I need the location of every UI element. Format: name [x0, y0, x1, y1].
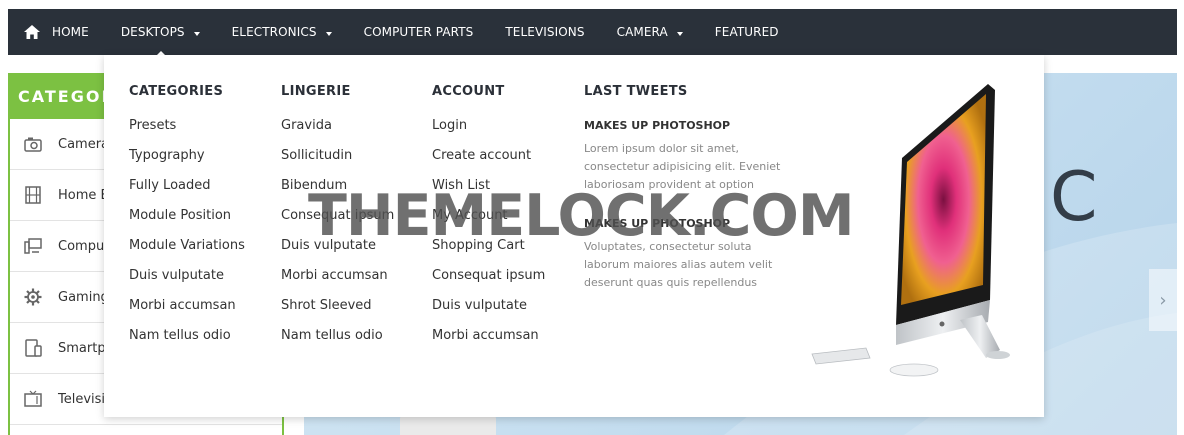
- nav-desktops[interactable]: DESKTOPS: [105, 9, 216, 56]
- menu-link[interactable]: Consequat ipsum: [281, 209, 394, 239]
- sidebar-item-label: Comput: [58, 238, 110, 254]
- menu-link[interactable]: Nam tellus odio: [281, 329, 394, 359]
- menu-link[interactable]: Shrot Sleeved: [281, 299, 394, 329]
- caret-down-icon: [676, 31, 683, 36]
- menu-column-categories: CATEGORIES Presets Typography Fully Load…: [129, 84, 245, 359]
- menu-link[interactable]: Duis vulputate: [432, 299, 545, 329]
- nav-home[interactable]: HOME: [8, 9, 105, 55]
- nav-home-label: HOME: [52, 25, 89, 39]
- smartphone-icon: [25, 339, 42, 357]
- column-title: LINGERIE: [281, 84, 351, 99]
- menu-column-lingerie: LINGERIE Gravida Sollicitudin Bibendum C…: [281, 84, 394, 359]
- menu-link[interactable]: Morbi accumsan: [129, 299, 245, 329]
- menu-link[interactable]: Create account: [432, 149, 545, 179]
- menu-link[interactable]: My Account: [432, 209, 545, 239]
- menu-link[interactable]: Module Position: [129, 209, 245, 239]
- nav-camera-label: CAMERA: [616, 25, 668, 39]
- caret-down-icon: [193, 31, 200, 36]
- nav-computer-parts[interactable]: COMPUTER PARTS: [348, 9, 490, 55]
- menu-link[interactable]: Duis vulputate: [129, 269, 245, 299]
- imac-product-image: [811, 84, 1010, 377]
- tweet-title[interactable]: MAKES UP PHOTOSHOP: [584, 119, 789, 132]
- sidebar-item-label: Gaming: [58, 289, 109, 305]
- menu-column-last-tweets: LAST TWEETS MAKES UP PHOTOSHOP Lorem ips…: [584, 84, 789, 292]
- tweet-body: Lorem ipsum dolor sit amet, consectetur …: [584, 142, 781, 191]
- nav-camera[interactable]: CAMERA: [601, 9, 699, 55]
- nav-televisions-label: TELEVISIONS: [505, 25, 585, 39]
- sidebar-item-label: Smartp: [58, 340, 106, 356]
- nav-televisions[interactable]: TELEVISIONS: [489, 9, 600, 55]
- column-title: ACCOUNT: [432, 84, 505, 99]
- column-title: CATEGORIES: [129, 84, 224, 99]
- sidebar-item-label: Camera: [58, 136, 110, 152]
- sidebar-item-label: Televisi: [58, 391, 106, 407]
- nav-electronics-label: ELECTRONICS: [231, 25, 317, 39]
- menu-link[interactable]: Login: [432, 119, 545, 149]
- sidebar-item-label: Home E: [58, 187, 109, 203]
- film-icon: [25, 186, 41, 204]
- nav-desktops-label: DESKTOPS: [120, 25, 185, 39]
- nav-electronics[interactable]: ELECTRONICS: [216, 9, 348, 55]
- nav-computer-parts-label: COMPUTER PARTS: [363, 25, 474, 39]
- computer-icon: [24, 238, 42, 254]
- nav-featured[interactable]: FEATURED: [699, 9, 795, 55]
- menu-link[interactable]: Bibendum: [281, 179, 394, 209]
- camera-icon: [24, 137, 42, 152]
- gear-icon: [24, 288, 42, 306]
- menu-link[interactable]: Morbi accumsan: [281, 269, 394, 299]
- main-navigation: HOME DESKTOPS ELECTRONICS COMPUTER PARTS…: [8, 9, 1177, 56]
- desktops-mega-menu: CATEGORIES Presets Typography Fully Load…: [104, 55, 1044, 417]
- column-title: LAST TWEETS: [584, 84, 688, 99]
- tweet-title[interactable]: MAKES UP PHOTOSHOP: [584, 217, 789, 230]
- menu-link[interactable]: Typography: [129, 149, 245, 179]
- menu-link[interactable]: Wish List: [432, 179, 545, 209]
- menu-link[interactable]: Module Variations: [129, 239, 245, 269]
- menu-link[interactable]: Consequat ipsum: [432, 269, 545, 299]
- menu-link[interactable]: Presets: [129, 119, 245, 149]
- menu-link[interactable]: Shopping Cart: [432, 239, 545, 269]
- banner-heading-letter: C: [1050, 158, 1098, 237]
- menu-link[interactable]: Morbi accumsan: [432, 329, 545, 359]
- tweet-body: Voluptates, consectetur soluta laborum m…: [584, 240, 773, 289]
- nav-featured-label: FEATURED: [714, 25, 779, 39]
- menu-link[interactable]: Duis vulputate: [281, 239, 394, 269]
- menu-link[interactable]: Fully Loaded: [129, 179, 245, 209]
- menu-link[interactable]: Nam tellus odio: [129, 329, 245, 359]
- menu-column-account: ACCOUNT Login Create account Wish List M…: [432, 84, 545, 359]
- slider-next-button[interactable]: ›: [1149, 269, 1177, 331]
- home-icon: [24, 25, 40, 39]
- menu-link[interactable]: Sollicitudin: [281, 149, 394, 179]
- caret-down-icon: [325, 31, 332, 36]
- tv-icon: [24, 390, 42, 407]
- menu-link[interactable]: Gravida: [281, 119, 394, 149]
